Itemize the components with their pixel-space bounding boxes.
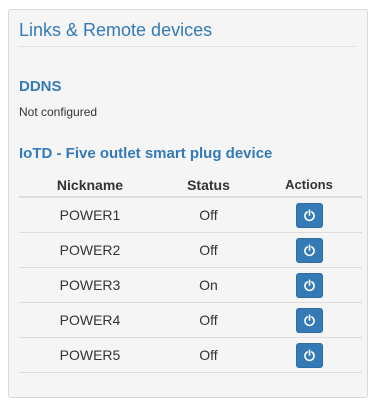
- device-nickname: POWER3: [59, 277, 121, 293]
- device-status: On: [199, 277, 218, 293]
- power-icon: [303, 313, 315, 326]
- power-toggle-button-power4[interactable]: [295, 307, 323, 333]
- column-header-actions: Actions: [285, 177, 333, 192]
- device-table: Nickname Status Actions POWER1 Off POWER…: [19, 173, 362, 373]
- iotd-heading: IoTD - Five outlet smart plug device: [19, 145, 273, 162]
- column-header-status: Status: [187, 176, 230, 193]
- power-icon: [303, 208, 315, 221]
- device-status: Off: [199, 312, 218, 328]
- power-icon: [303, 243, 315, 256]
- device-status: Off: [199, 242, 218, 258]
- links-remote-devices-panel: Links & Remote devices DDNS Not configur…: [8, 9, 368, 398]
- power-toggle-button-power2[interactable]: [295, 237, 323, 263]
- table-header: Nickname Status Actions: [19, 173, 362, 198]
- device-nickname: POWER5: [59, 347, 121, 363]
- power-icon: [303, 278, 315, 291]
- power-toggle-button-power1[interactable]: [295, 202, 323, 228]
- ddns-status: Not configured: [19, 105, 98, 119]
- device-status: Off: [199, 207, 218, 223]
- table-row: POWER5 Off: [19, 338, 362, 373]
- power-toggle-button-power5[interactable]: [295, 342, 323, 368]
- device-status: Off: [199, 347, 218, 363]
- table-row: POWER3 On: [19, 268, 362, 303]
- table-row: POWER2 Off: [19, 233, 362, 268]
- device-nickname: POWER4: [59, 312, 121, 328]
- power-toggle-button-power3[interactable]: [295, 272, 323, 298]
- device-nickname: POWER1: [59, 207, 121, 223]
- power-icon: [303, 348, 315, 361]
- table-row: POWER4 Off: [19, 303, 362, 338]
- panel-title: Links & Remote devices: [19, 20, 213, 40]
- column-header-nickname: Nickname: [56, 176, 124, 193]
- ddns-heading: DDNS: [19, 78, 62, 95]
- title-divider: [18, 46, 357, 47]
- device-nickname: POWER2: [59, 242, 121, 258]
- table-row: POWER1 Off: [19, 198, 362, 233]
